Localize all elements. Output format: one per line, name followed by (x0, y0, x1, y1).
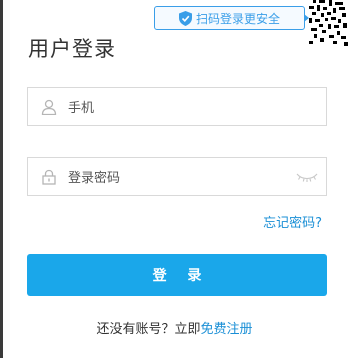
lock-icon (42, 169, 56, 185)
password-field-placeholder: 登录密码 (68, 171, 121, 186)
left-border (0, 0, 3, 358)
login-button[interactable]: 登 录 (27, 254, 327, 296)
page-title: 用户登录 (28, 37, 116, 61)
shield-check-icon (178, 10, 192, 26)
phone-field[interactable]: 手机 (27, 87, 327, 126)
forgot-password-link[interactable]: 忘记密码? (263, 212, 322, 231)
password-field[interactable]: 登录密码 (27, 157, 327, 196)
signup-line: 还没有账号？立即免费注册 (0, 318, 349, 337)
eye-closed-icon[interactable] (296, 171, 318, 183)
qr-code-icon[interactable] (309, 0, 349, 46)
phone-field-placeholder: 手机 (68, 101, 95, 116)
signup-link[interactable]: 免费注册 (201, 322, 253, 337)
qr-login-tip[interactable]: 扫码登录更安全 (154, 6, 309, 30)
signup-prompt: 还没有账号？立即 (96, 322, 201, 337)
user-icon (41, 99, 57, 115)
qr-tip-label: 扫码登录更安全 (195, 11, 280, 26)
